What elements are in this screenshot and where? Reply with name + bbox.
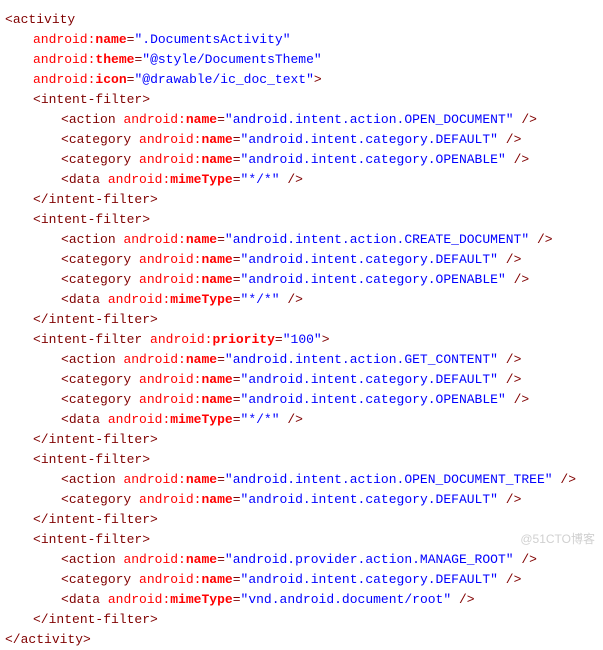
intent-filter-open: <intent-filter> (5, 530, 598, 550)
data-line: <data android:mimeType="*/*" /> (5, 170, 598, 190)
intent-filter-close: </intent-filter> (5, 610, 598, 630)
category-line: <category android:name="android.intent.c… (5, 570, 598, 590)
intent-filter-open: <intent-filter> (5, 450, 598, 470)
category-line: <category android:name="android.intent.c… (5, 130, 598, 150)
activity-attr-name: android:name=".DocumentsActivity" (5, 30, 598, 50)
action-line: <action android:name="android.intent.act… (5, 230, 598, 250)
intent-filter-close: </intent-filter> (5, 430, 598, 450)
activity-close: </activity> (5, 630, 598, 650)
data-line: <data android:mimeType="*/*" /> (5, 290, 598, 310)
activity-attr-theme: android:theme="@style/DocumentsTheme" (5, 50, 598, 70)
intent-filter-close: </intent-filter> (5, 510, 598, 530)
action-line: <action android:name="android.provider.a… (5, 550, 598, 570)
action-line: <action android:name="android.intent.act… (5, 470, 598, 490)
activity-attr-icon: android:icon="@drawable/ic_doc_text"> (5, 70, 598, 90)
intent-filter-open: <intent-filter> (5, 210, 598, 230)
data-line: <data android:mimeType="*/*" /> (5, 410, 598, 430)
category-line: <category android:name="android.intent.c… (5, 390, 598, 410)
intent-filter-close: </intent-filter> (5, 190, 598, 210)
activity-open: <activity (5, 10, 598, 30)
category-line: <category android:name="android.intent.c… (5, 150, 598, 170)
category-line: <category android:name="android.intent.c… (5, 370, 598, 390)
action-line: <action android:name="android.intent.act… (5, 110, 598, 130)
category-line: <category android:name="android.intent.c… (5, 250, 598, 270)
category-line: <category android:name="android.intent.c… (5, 490, 598, 510)
intent-filter-open: <intent-filter android:priority="100"> (5, 330, 598, 350)
xml-code-block: <activity android:name=".DocumentsActivi… (5, 10, 598, 650)
intent-filter-open: <intent-filter> (5, 90, 598, 110)
data-line: <data android:mimeType="vnd.android.docu… (5, 590, 598, 610)
category-line: <category android:name="android.intent.c… (5, 270, 598, 290)
intent-filter-close: </intent-filter> (5, 310, 598, 330)
action-line: <action android:name="android.intent.act… (5, 350, 598, 370)
